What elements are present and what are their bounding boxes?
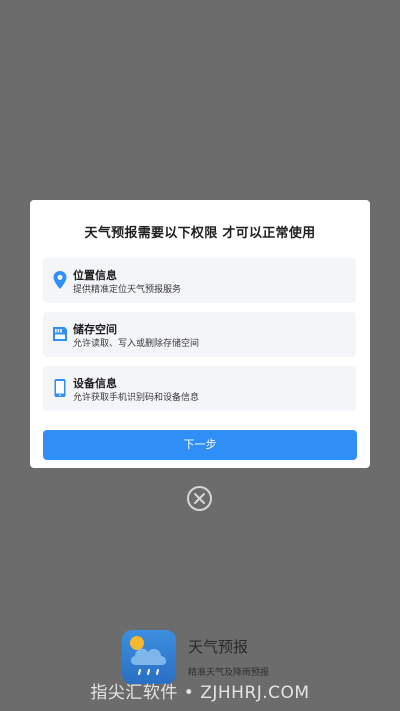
app-slogan: 精准天气及降雨预报: [188, 668, 270, 678]
cloud-rain-icon: [130, 636, 167, 675]
watermark: 指尖汇软件 • ZJHHRJ.COM: [90, 683, 310, 703]
permission-title: 储存空间: [73, 323, 117, 336]
dialog-title: 天气预报需要以下权限 才可以正常使用: [84, 226, 316, 241]
permission-description: 允许读取、写入或删除存储空间: [73, 339, 200, 349]
app-name: 天气预报: [188, 638, 249, 656]
permission-item-storage: 储存空间 允许读取、写入或删除存储空间: [43, 312, 356, 357]
next-step-button[interactable]: 下一步: [43, 430, 357, 460]
location-pin-icon: [53, 271, 67, 289]
app-logo: [122, 630, 176, 684]
permission-title: 设备信息: [73, 377, 117, 390]
dim-overlay: 天气预报需要以下权限 才可以正常使用 位置信息 提供精准定位天气预报服务 储存空…: [0, 0, 400, 711]
close-circle-icon[interactable]: [186, 485, 213, 512]
permission-item-device: 设备信息 允许获取手机识别码和设备信息: [43, 366, 356, 411]
permission-item-location: 位置信息 提供精准定位天气预报服务: [43, 258, 356, 303]
permission-description: 提供精准定位天气预报服务: [73, 285, 182, 295]
permission-description: 允许获取手机识别码和设备信息: [73, 393, 200, 403]
sd-card-icon: [53, 327, 67, 341]
phone-icon: [54, 379, 66, 397]
permission-dialog: 天气预报需要以下权限 才可以正常使用 位置信息 提供精准定位天气预报服务 储存空…: [30, 200, 370, 468]
permission-title: 位置信息: [73, 269, 117, 282]
